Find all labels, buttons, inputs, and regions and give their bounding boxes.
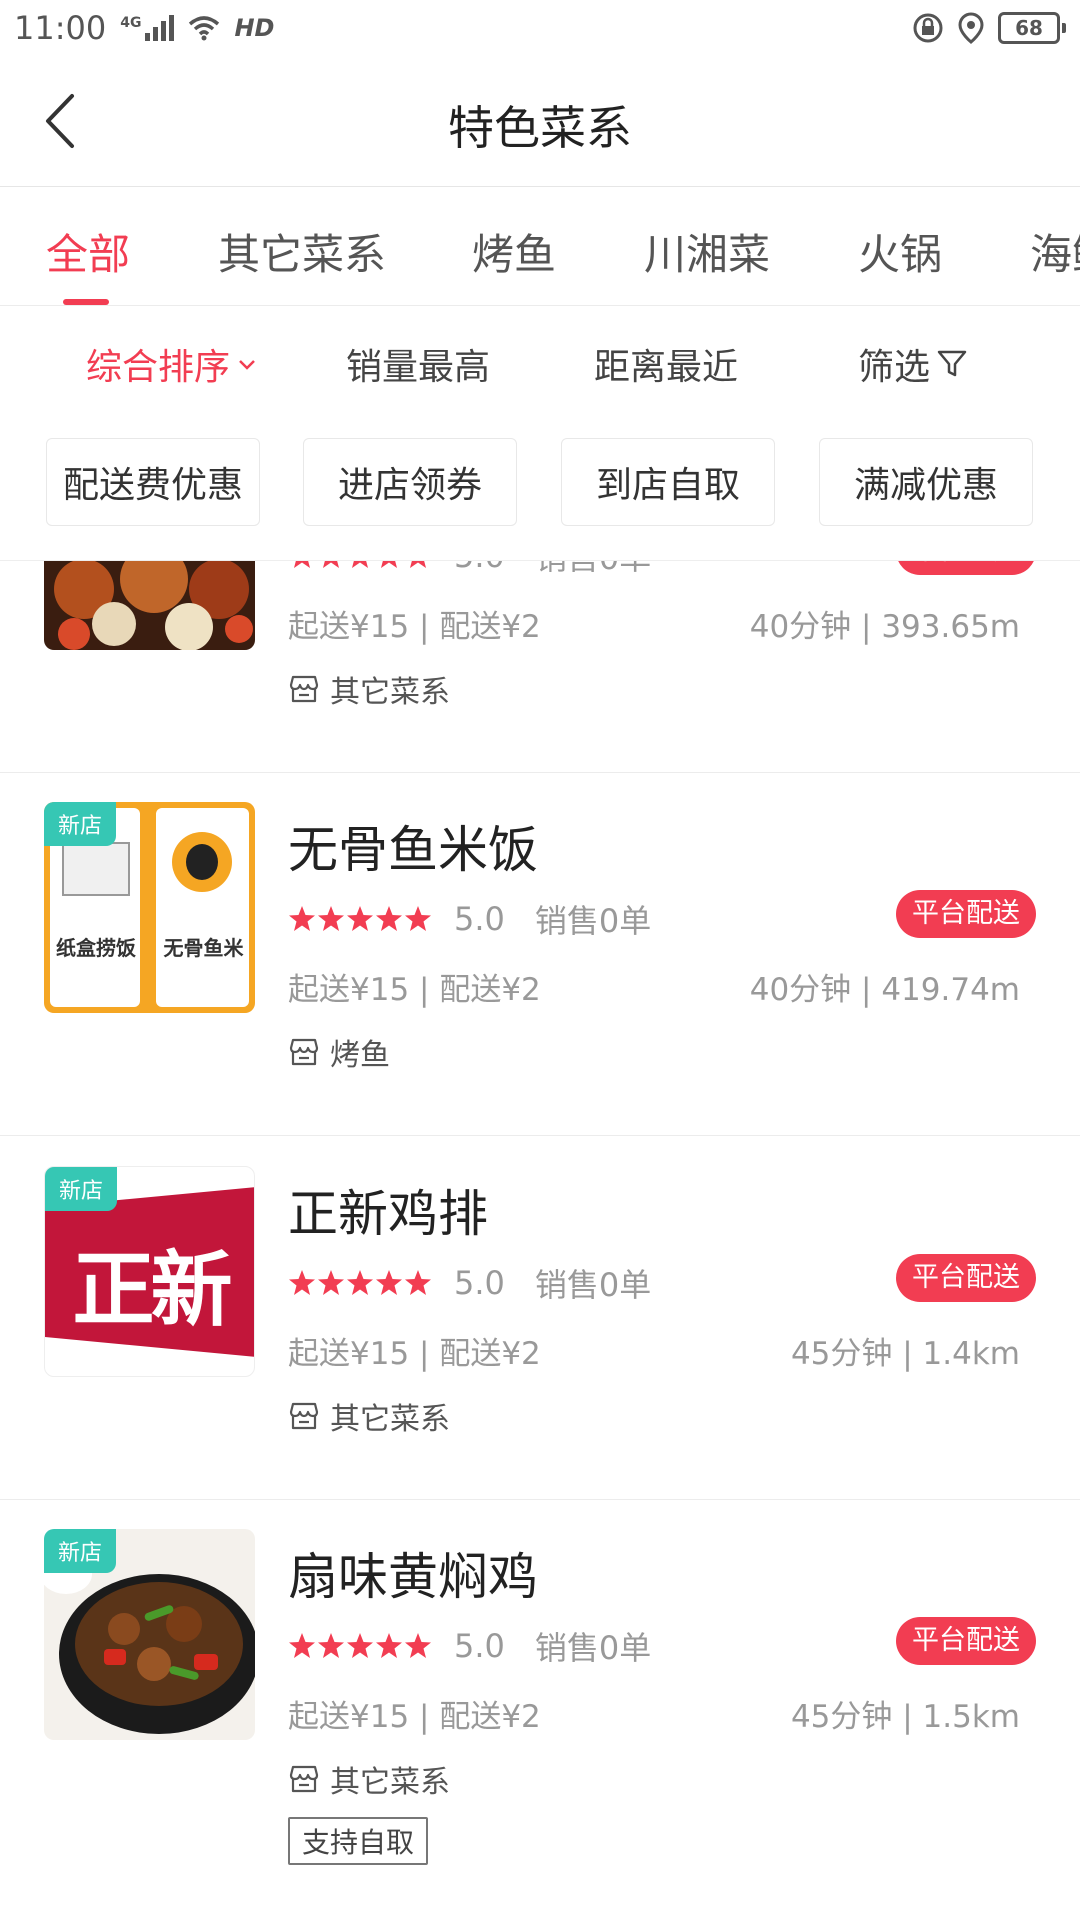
delivery-time-distance: 40分钟 | 419.74m [749,972,1020,1008]
category-label: 其它菜系 [330,675,450,710]
store-icon [289,675,319,703]
score: 5.0 [454,1627,505,1665]
rating-row: 5.0 销售0单 [288,1623,651,1669]
chip-full-reduction[interactable]: 满减优惠 [819,438,1033,526]
delivery-time-distance: 40分钟 | 393.65m [749,609,1020,645]
lock-rotation-icon [913,13,943,43]
store-card[interactable]: 纸盒捞饭 无骨鱼米 新店 无骨鱼米饭 5.0 销售0单 平台配送 起送¥15 |… [0,772,1080,1136]
store-icon [289,1765,319,1793]
store-thumbnail: 正新 新店 [44,1166,255,1377]
store-icon [289,1038,319,1066]
tab-all[interactable]: 全部 [46,221,130,282]
clock: 11:00 [14,9,107,47]
network-type: 4G [120,15,142,31]
rating-row: 5.0 销售0单 [288,896,651,942]
title-bar: 特色菜系 [0,56,1080,187]
store-icon [289,1402,319,1430]
tab-seafood[interactable]: 海鲜 [1030,221,1080,282]
sales-count: 销售0单 [534,902,652,940]
sort-comprehensive[interactable]: 综合排序 [86,338,258,390]
star-rating [288,1269,434,1297]
store-card[interactable]: 正新 新店 正新鸡排 5.0 销售0单 平台配送 起送¥15 | 配送¥2 45… [0,1136,1080,1500]
store-card[interactable]: 5.0 销售0单 平台配送 起送¥15 | 配送¥2 40分钟 | 393.65… [0,561,1080,773]
tab-other-cuisines[interactable]: 其它菜系 [218,221,386,282]
min-order-fee: 起送¥15 | 配送¥2 [288,609,541,645]
self-pickup-tag: 支持自取 [288,1817,429,1865]
logo-text-left: 纸盒捞饭 [56,936,136,960]
new-store-badge: 新店 [44,1529,117,1573]
sales-count: 销售0单 [534,1629,652,1667]
min-order-fee: 起送¥15 | 配送¥2 [288,972,541,1008]
store-list: 5.0 销售0单 平台配送 起送¥15 | 配送¥2 40分钟 | 393.65… [0,560,1080,1921]
sales-count: 销售0单 [535,561,651,579]
score: 5.0 [454,561,505,575]
chip-self-pickup[interactable]: 到店自取 [561,438,775,526]
filter-button[interactable]: 筛选 [858,338,968,390]
star-rating [288,1632,434,1660]
store-category: 其它菜系 [288,1394,450,1438]
star-rating [288,561,434,570]
platform-delivery-badge: 平台配送 [896,1617,1036,1665]
chevron-down-icon [239,360,255,370]
tab-hotpot[interactable]: 火锅 [858,221,942,282]
sort-nearest[interactable]: 距离最近 [594,338,738,390]
new-store-badge: 新店 [45,1167,118,1211]
store-category: 其它菜系 [288,1757,450,1801]
store-name: 扇味黄焖鸡 [288,1548,538,1606]
star-rating [288,905,434,933]
score: 5.0 [454,1264,505,1302]
category-label: 其它菜系 [330,1765,450,1800]
store-name: 正新鸡排 [288,1185,488,1243]
chip-store-coupon[interactable]: 进店领券 [303,438,517,526]
store-category: 其它菜系 [288,667,450,711]
rating-row: 5.0 销售0单 [288,561,651,579]
wifi-icon [189,16,220,41]
filter-icon [937,350,967,377]
category-label: 烤鱼 [330,1038,390,1073]
sort-comprehensive-label: 综合排序 [86,347,231,388]
store-card[interactable]: 新店 扇味黄焖鸡 5.0 销售0单 平台配送 起送¥15 | 配送¥2 45分钟… [0,1499,1080,1921]
store-name: 无骨鱼米饭 [288,821,538,879]
sort-bar: 综合排序 销量最高 距离最近 筛选 [0,306,1080,416]
sort-top-sales[interactable]: 销量最高 [346,338,490,390]
new-store-badge: 新店 [44,802,117,846]
battery-icon: 68 [998,12,1066,44]
category-label: 其它菜系 [330,1402,450,1437]
page-title: 特色菜系 [448,101,632,155]
platform-delivery-badge: 平台配送 [896,561,1036,575]
store-thumbnail: 纸盒捞饭 无骨鱼米 新店 [44,802,255,1013]
signal-icon [145,15,175,41]
min-order-fee: 起送¥15 | 配送¥2 [288,1336,541,1372]
filter-chips: 配送费优惠 进店领券 到店自取 满减优惠 [0,438,1080,530]
tab-sichuan-hunan[interactable]: 川湘菜 [644,221,770,282]
location-icon [958,12,984,44]
delivery-time-distance: 45分钟 | 1.4km [790,1336,1020,1372]
store-thumbnail: 新店 [44,1529,255,1740]
platform-delivery-badge: 平台配送 [896,1254,1036,1302]
rating-row: 5.0 销售0单 [288,1260,651,1306]
min-order-fee: 起送¥15 | 配送¥2 [288,1699,541,1735]
store-thumbnail [44,561,255,650]
status-bar: 11:00 4G HD 68 [0,0,1080,56]
active-tab-indicator [63,299,109,305]
battery-level: 68 [998,12,1060,44]
platform-delivery-badge: 平台配送 [896,890,1036,938]
filter-label: 筛选 [858,347,931,388]
store-category: 烤鱼 [288,1030,390,1074]
hd-icon: HD [234,14,275,42]
sales-count: 销售0单 [534,1266,652,1304]
category-tabs: 全部 其它菜系 烤鱼 川湘菜 火锅 海鲜 [0,187,1080,306]
tab-grilled-fish[interactable]: 烤鱼 [472,221,556,282]
logo-text-right: 无骨鱼米 [163,936,244,960]
logo-text: 正新 [72,1243,232,1338]
score: 5.0 [454,900,505,938]
delivery-time-distance: 45分钟 | 1.5km [790,1699,1020,1735]
chip-delivery-discount[interactable]: 配送费优惠 [46,438,260,526]
